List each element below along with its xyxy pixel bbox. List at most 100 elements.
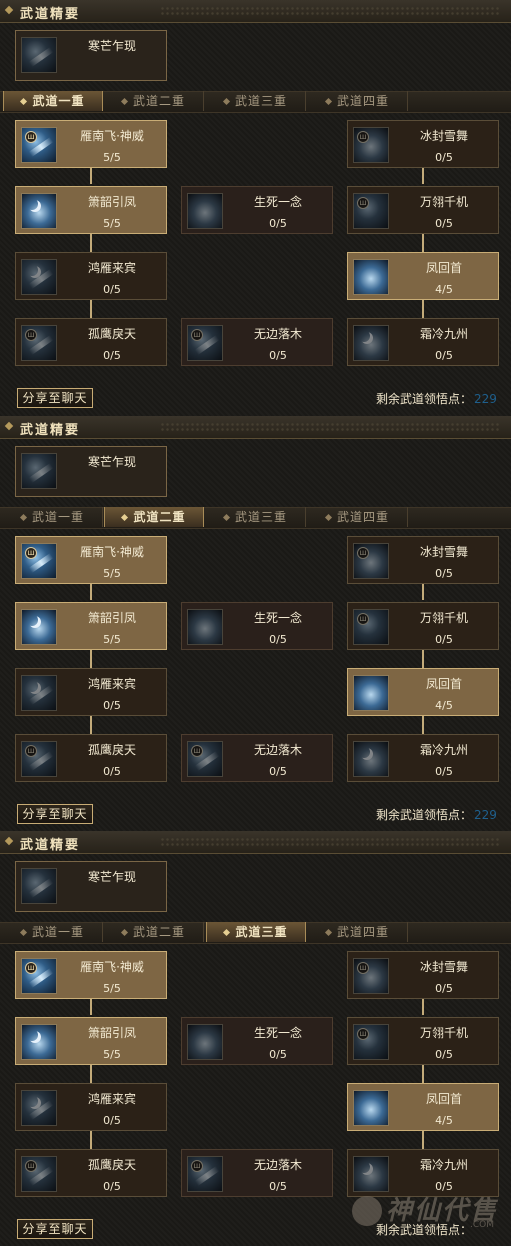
skill-slot-guying[interactable]: ш 孤鹰戾天 0/5 <box>15 734 167 782</box>
claw-skill-icon: ш <box>353 1024 389 1060</box>
skill-slot-bingfeng[interactable]: ш 冰封雪舞 0/5 <box>347 951 499 999</box>
share-to-chat-button[interactable]: 分享至聊天 <box>17 1219 93 1239</box>
skill-panel-3: 武道精要 寒芒乍现 武道一重 武道二重 武道三重 武道四重 ш 雁南飞·神威 5… <box>0 831 511 1246</box>
tab-wudao-1[interactable]: 武道一重 <box>3 91 103 111</box>
diamond-icon <box>222 513 231 522</box>
skill-level: 0/5 <box>435 151 453 164</box>
skill-slot-wubian[interactable]: ш 无边落木 0/5 <box>181 318 333 366</box>
skill-slot-yannanfei[interactable]: ш 雁南飞·神威 5/5 <box>15 120 167 168</box>
skill-panel-2: 武道精要 寒芒乍现 武道一重 武道二重 武道三重 武道四重 ш 雁南飞·神威 5… <box>0 416 511 831</box>
skill-slot-xiaoshao[interactable]: 箫韶引凤 5/5 <box>15 602 167 650</box>
skill-slot-guying[interactable]: ш 孤鹰戾天 0/5 <box>15 1149 167 1197</box>
tab-label: 武道四重 <box>336 510 389 524</box>
skill-slot-guying[interactable]: ш 孤鹰戾天 0/5 <box>15 318 167 366</box>
skill-name: 冰封雪舞 <box>419 960 468 974</box>
claw-skill-icon: ш <box>21 325 57 361</box>
tab-wudao-3[interactable]: 武道三重 <box>206 922 306 942</box>
tab-label: 武道四重 <box>336 94 389 108</box>
mist-skill-icon <box>187 1024 223 1060</box>
skill-name: 无边落木 <box>253 743 302 757</box>
skill-slot-shuangleng[interactable]: 霜冷九州 0/5 <box>347 734 499 782</box>
skill-level: 0/5 <box>103 699 121 712</box>
skill-slot-fenghui[interactable]: 凤回首 4/5 <box>347 1083 499 1131</box>
skill-slot-hongyan[interactable]: 鸿雁来宾 0/5 <box>15 252 167 300</box>
tab-wudao-4[interactable]: 武道四重 <box>308 507 408 527</box>
skill-slot-shuangleng[interactable]: 霜冷九州 0/5 <box>347 318 499 366</box>
skill-slot-yannanfei[interactable]: ш 雁南飞·神威 5/5 <box>15 536 167 584</box>
skill-slot-shengsi[interactable]: 生死一念 0/5 <box>181 1017 333 1065</box>
tab-wudao-2[interactable]: 武道二重 <box>104 922 204 942</box>
frost-skill-icon: ш <box>353 543 389 579</box>
skill-name: 鸿雁来宾 <box>87 261 136 275</box>
skill-name: 鸿雁来宾 <box>87 677 136 691</box>
tab-bar: 武道一重 武道二重 武道三重 武道四重 <box>0 507 511 529</box>
skill-name: 生死一念 <box>253 1026 302 1040</box>
wind-skill-icon <box>353 259 389 295</box>
remaining-label: 剩余武道领悟点： <box>376 808 473 822</box>
skill-slot-shengsi[interactable]: 生死一念 0/5 <box>181 186 333 234</box>
remaining-points-value: 229 <box>474 392 497 406</box>
tab-wudao-1[interactable]: 武道一重 <box>3 922 103 942</box>
top-skill-slot[interactable]: 寒芒乍现 <box>15 446 167 497</box>
tab-wudao-4[interactable]: 武道四重 <box>308 91 408 111</box>
frost-skill-icon: ш <box>353 127 389 163</box>
skill-slot-bingfeng[interactable]: ш 冰封雪舞 0/5 <box>347 120 499 168</box>
top-skill-slot[interactable]: 寒芒乍现 <box>15 30 167 81</box>
tab-wudao-3[interactable]: 武道三重 <box>206 91 306 111</box>
tab-wudao-3[interactable]: 武道三重 <box>206 507 306 527</box>
mist-skill-icon <box>187 609 223 645</box>
claw-skill-icon: ш <box>353 193 389 229</box>
tab-label: 武道一重 <box>31 925 84 939</box>
skill-slot-wubian[interactable]: ш 无边落木 0/5 <box>181 734 333 782</box>
wind-skill-icon <box>353 1090 389 1126</box>
skill-slot-wubian[interactable]: ш 无边落木 0/5 <box>181 1149 333 1197</box>
watermark-suffix: .COM <box>470 1220 494 1230</box>
diamond-icon <box>121 513 129 522</box>
skill-level: 5/5 <box>103 151 121 164</box>
tab-label: 武道三重 <box>234 94 287 108</box>
tab-wudao-2[interactable]: 武道二重 <box>104 91 204 111</box>
tab-wudao-1[interactable]: 武道一重 <box>3 507 103 527</box>
skill-slot-fenghui[interactable]: 凤回首 4/5 <box>347 252 499 300</box>
skill-slot-wanren[interactable]: ш 万翎千机 0/5 <box>347 602 499 650</box>
diamond-icon <box>4 5 14 15</box>
skill-level: 0/5 <box>103 349 121 362</box>
diamond-icon <box>20 97 28 106</box>
skill-slot-fenghui[interactable]: 凤回首 4/5 <box>347 668 499 716</box>
diamond-icon <box>324 513 333 522</box>
top-skill-slot[interactable]: 寒芒乍现 <box>15 861 167 912</box>
claw-skill-icon: ш <box>21 741 57 777</box>
skill-slot-shengsi[interactable]: 生死一念 0/5 <box>181 602 333 650</box>
share-to-chat-button[interactable]: 分享至聊天 <box>17 388 93 408</box>
header-pattern <box>160 6 500 16</box>
skill-slot-wanren[interactable]: ш 万翎千机 0/5 <box>347 1017 499 1065</box>
diamond-icon <box>120 97 129 106</box>
diamond-icon <box>120 928 129 937</box>
tab-label: 武道二重 <box>132 925 185 939</box>
tab-label: 武道三重 <box>234 510 287 524</box>
diamond-icon <box>19 513 28 522</box>
skill-slot-xiaoshao[interactable]: 箫韶引凤 5/5 <box>15 186 167 234</box>
moon-skill-icon <box>21 1024 57 1060</box>
header-pattern <box>160 422 500 432</box>
skill-slot-hongyan[interactable]: 鸿雁来宾 0/5 <box>15 668 167 716</box>
claw-skill-icon: ш <box>353 609 389 645</box>
skill-slot-wanren[interactable]: ш 万翎千机 0/5 <box>347 186 499 234</box>
skill-level: 5/5 <box>103 567 121 580</box>
tab-wudao-2[interactable]: 武道二重 <box>104 507 204 527</box>
wind-skill-icon <box>353 675 389 711</box>
diamond-icon <box>324 97 333 106</box>
tab-label: 武道四重 <box>336 925 389 939</box>
skill-slot-yannanfei[interactable]: ш 雁南飞·神威 5/5 <box>15 951 167 999</box>
skill-slot-xiaoshao[interactable]: 箫韶引凤 5/5 <box>15 1017 167 1065</box>
skill-level: 0/5 <box>269 1180 287 1193</box>
skill-name: 万翎千机 <box>419 611 468 625</box>
skill-panel-1: 武道精要 寒芒乍现 武道一重 武道二重 武道三重 武道四重 ш 雁南飞·神威 5… <box>0 0 511 415</box>
share-to-chat-button[interactable]: 分享至聊天 <box>17 804 93 824</box>
skill-slot-bingfeng[interactable]: ш 冰封雪舞 0/5 <box>347 536 499 584</box>
blade-skill-icon <box>21 868 57 904</box>
skill-level: 0/5 <box>103 1114 121 1127</box>
skill-level: 0/5 <box>103 1180 121 1193</box>
skill-slot-hongyan[interactable]: 鸿雁来宾 0/5 <box>15 1083 167 1131</box>
tab-wudao-4[interactable]: 武道四重 <box>308 922 408 942</box>
